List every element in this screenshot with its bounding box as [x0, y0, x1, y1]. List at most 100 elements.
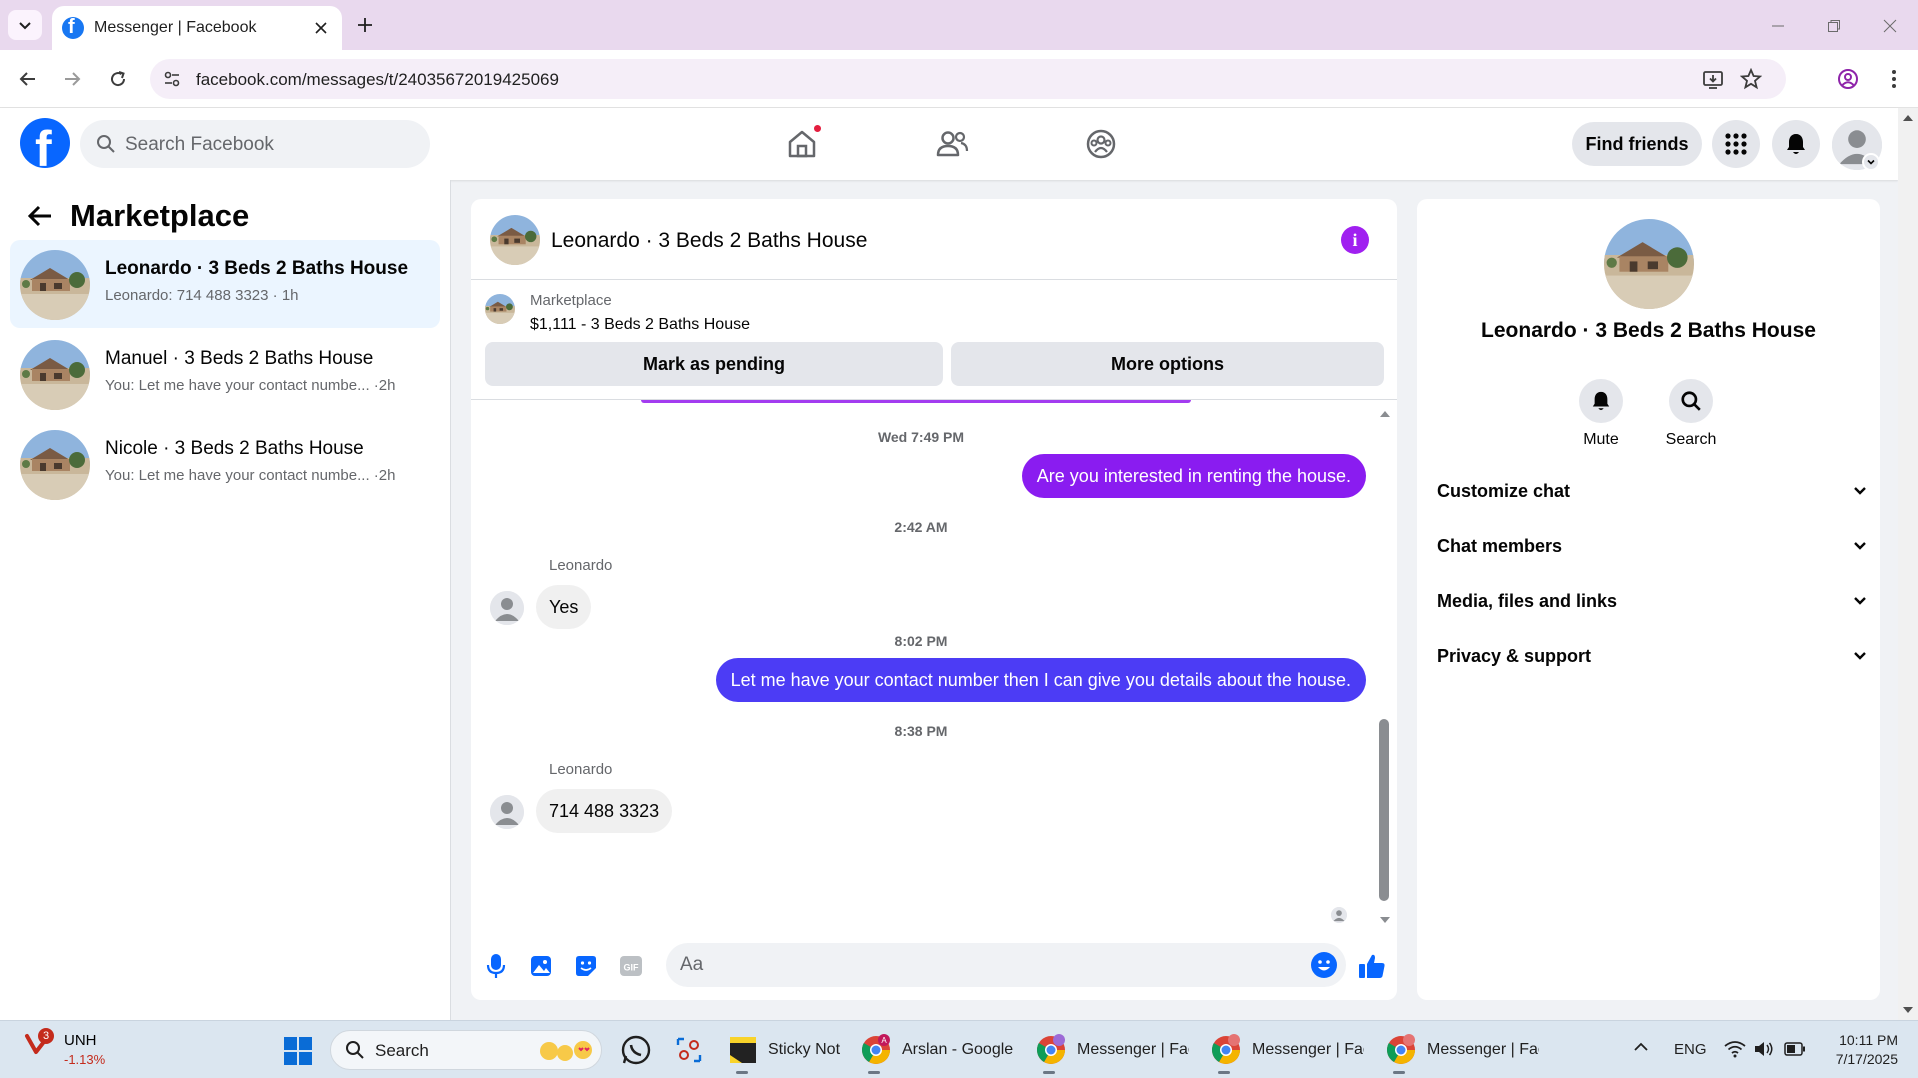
chevron-down-icon: [1854, 597, 1866, 605]
customize-chat-section[interactable]: Customize chat: [1437, 469, 1867, 513]
mark-as-pending-button[interactable]: Mark as pending: [485, 342, 943, 386]
gif-icon[interactable]: GIF: [614, 949, 648, 983]
facebook-logo-icon[interactable]: f: [20, 118, 70, 168]
photo-icon[interactable]: [524, 949, 558, 983]
restore-window-icon[interactable]: [1822, 14, 1846, 38]
chat-details-panel: Leonardo · 3 Beds 2 Baths House Mute Sea…: [1417, 199, 1880, 1000]
scroll-up-arrow-icon: [1903, 115, 1913, 121]
minimize-window-icon[interactable]: [1766, 14, 1790, 38]
find-friends-button[interactable]: Find friends: [1572, 122, 1702, 166]
chat-members-section[interactable]: Chat members: [1437, 524, 1867, 568]
menu-grid-icon[interactable]: [1712, 120, 1760, 168]
message-timestamp: Wed 7:49 PM: [877, 429, 965, 445]
media-files-links-section[interactable]: Media, files and links: [1437, 579, 1867, 623]
chrome-arslan-taskbar-button[interactable]: A Arslan - Google: [860, 1030, 1014, 1074]
sender-name: Leonardo: [549, 557, 613, 574]
listing-avatar-large[interactable]: [1604, 219, 1694, 309]
outgoing-message[interactable]: Are you interested in renting the house.: [1021, 454, 1366, 498]
conversation-item-nicole[interactable]: Nicole · 3 Beds 2 Baths House You: Let m…: [10, 420, 440, 508]
site-info-icon[interactable]: [160, 67, 184, 91]
tab-title: Messenger | Facebook: [94, 19, 257, 36]
message-timestamp: 8:02 PM: [894, 633, 948, 649]
stock-widget[interactable]: 3 UNH -1.13%: [24, 1028, 105, 1067]
info-icon[interactable]: i: [1341, 226, 1369, 254]
reload-icon[interactable]: [102, 63, 134, 95]
search-icon: [97, 135, 115, 153]
bell-icon: [1579, 379, 1623, 423]
sender-avatar[interactable]: [490, 591, 524, 625]
input-language[interactable]: ENG: [1674, 1041, 1707, 1058]
address-bar[interactable]: facebook.com/messages/t/2403567201942506…: [150, 59, 1786, 99]
url-text[interactable]: facebook.com/messages/t/2403567201942506…: [196, 70, 559, 90]
section-label: Privacy & support: [1437, 645, 1592, 666]
search-icon: [1669, 379, 1713, 423]
browser-tab-active[interactable]: f Messenger | Facebook: [52, 6, 342, 50]
thumbs-up-icon[interactable]: [1355, 949, 1389, 983]
mute-button[interactable]: Mute: [1561, 379, 1641, 449]
browser-menu-icon[interactable]: [1878, 63, 1910, 95]
chat-scrollbar-thumb[interactable]: [1379, 719, 1389, 901]
whatsapp-taskbar-icon[interactable]: [620, 1030, 652, 1070]
chevron-down-icon: [1854, 487, 1866, 495]
taskbar-search[interactable]: Search: [330, 1030, 602, 1070]
groups-nav-icon[interactable]: [1079, 122, 1123, 166]
message-input[interactable]: Aa: [666, 943, 1346, 987]
chevron-down-icon: [19, 22, 31, 30]
app-running-indicator: [1393, 1071, 1405, 1074]
facebook-search-input[interactable]: Search Facebook: [80, 120, 430, 168]
back-arrow-icon[interactable]: [12, 63, 44, 95]
chrome-messenger-taskbar-button-1[interactable]: Messenger | Face: [1035, 1030, 1189, 1074]
emoji-search-highlight-icon: [540, 1041, 592, 1061]
sticker-icon[interactable]: [569, 949, 603, 983]
listing-thumbnail[interactable]: [485, 294, 515, 324]
system-clock[interactable]: 10:11 PM 7/17/2025: [1818, 1031, 1898, 1069]
account-chevron-down-icon[interactable]: [1862, 153, 1880, 171]
bookmark-star-icon[interactable]: [1740, 68, 1762, 90]
emoji-icon[interactable]: [1310, 951, 1338, 979]
incoming-message[interactable]: 714 488 3323: [536, 789, 673, 833]
section-label: Customize chat: [1437, 480, 1571, 501]
search-placeholder: Search Facebook: [125, 134, 274, 155]
windows-taskbar: 3 UNH -1.13% Search Sticky Not A Arslan …: [0, 1020, 1918, 1078]
snipping-tool-taskbar-icon[interactable]: [674, 1030, 704, 1070]
message-composer: GIF Aa: [471, 939, 1397, 999]
sticky-notes-taskbar-button[interactable]: Sticky Not: [728, 1030, 880, 1074]
tab-list-button[interactable]: [8, 10, 42, 40]
profile-account-icon[interactable]: [1832, 63, 1864, 95]
windows-start-icon[interactable]: [284, 1037, 312, 1065]
sender-avatar[interactable]: [490, 795, 524, 829]
scroll-down-arrow-icon: [1903, 1007, 1913, 1013]
chrome-messenger-taskbar-button-2[interactable]: Messenger | Face: [1210, 1030, 1364, 1074]
marketplace-header: Marketplace: [20, 194, 249, 238]
new-tab-button[interactable]: [352, 12, 378, 38]
page-scrollbar[interactable]: [1898, 108, 1918, 1020]
sender-name: Leonardo: [549, 761, 613, 778]
chrome-messenger-taskbar-button-3[interactable]: Messenger | Face: [1385, 1030, 1539, 1074]
privacy-support-section[interactable]: Privacy & support: [1437, 634, 1867, 678]
search-icon: [346, 1041, 364, 1059]
friends-nav-icon[interactable]: [930, 122, 974, 166]
chevron-down-icon: [1854, 542, 1866, 550]
install-app-icon[interactable]: [1702, 68, 1724, 90]
outgoing-message[interactable]: Let me have your contact number then I c…: [715, 658, 1366, 702]
tab-close-icon[interactable]: [310, 17, 332, 39]
notifications-bell-icon[interactable]: [1772, 120, 1820, 168]
chat-listing-avatar[interactable]: [490, 215, 540, 265]
search-in-chat-button[interactable]: Search: [1651, 379, 1731, 449]
battery-icon[interactable]: [1784, 1042, 1806, 1056]
conversation-item-manuel[interactable]: Manuel · 3 Beds 2 Baths House You: Let m…: [10, 330, 440, 418]
volume-icon[interactable]: [1754, 1040, 1774, 1058]
more-options-button[interactable]: More options: [951, 342, 1384, 386]
close-window-icon[interactable]: [1878, 14, 1902, 38]
microphone-icon[interactable]: [479, 949, 513, 983]
conversation-item-leonardo[interactable]: Leonardo · 3 Beds 2 Baths House Leonardo…: [10, 240, 440, 328]
show-hidden-icons-chevron-up-icon[interactable]: [1633, 1041, 1649, 1053]
wifi-icon[interactable]: [1724, 1040, 1746, 1058]
search-label: Search: [1665, 431, 1717, 448]
chat-title[interactable]: Leonardo · 3 Beds 2 Baths House: [551, 229, 867, 253]
listing-title[interactable]: $1,111 - 3 Beds 2 Baths House: [530, 316, 750, 334]
forward-arrow-icon[interactable]: [56, 63, 88, 95]
svg-text:GIF: GIF: [624, 963, 640, 973]
incoming-message[interactable]: Yes: [536, 585, 592, 629]
back-arrow-icon[interactable]: [20, 196, 60, 236]
